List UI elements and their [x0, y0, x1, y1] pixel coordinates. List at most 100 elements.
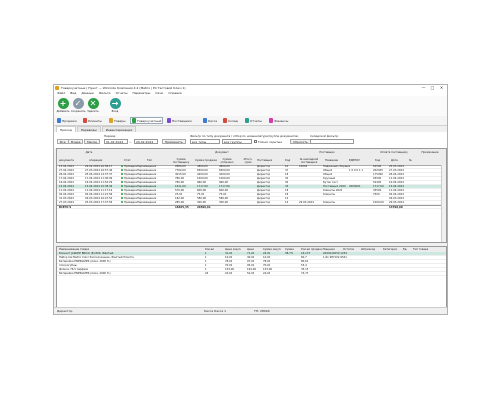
cell-text: 10002: [299, 165, 308, 168]
warehouse-select[interactable]: [310, 139, 354, 144]
cell-text: 570,00: [175, 189, 185, 192]
group-header-date: Дата: [85, 151, 93, 154]
only-hidden-label: Только скрытые: [258, 140, 282, 144]
col-pay-date[interactable]: Дата: [391, 159, 398, 162]
nav-inventory[interactable]: Товароучетный: [130, 117, 164, 124]
cell-text: Директор: [257, 193, 271, 196]
total-sum2: 20396,61: [197, 206, 211, 209]
nav-cash[interactable]: Касса: [202, 117, 218, 124]
col-name[interactable]: Название: [325, 159, 338, 162]
col-total[interactable]: Итого, сумм: [241, 158, 255, 164]
cell-text: 26.04.2024: [389, 173, 404, 176]
cell-text: 29.03.2024: [389, 201, 404, 204]
totals-row: ВСЕГО 9 18465,35 20396,61 13798,00: [57, 205, 446, 209]
cell-text: Клиенты: [323, 201, 336, 204]
col-pay-code[interactable]: Код: [375, 159, 380, 162]
col-sum-supplier[interactable]: Сумма поставщику: [171, 158, 191, 164]
cell-text: Проведен: [124, 201, 138, 204]
cell-text: 760,00: [175, 181, 185, 184]
add-button[interactable]: + Добавить: [56, 98, 70, 115]
items-table: Наименование товара Кол-во Цена закуп. Ц…: [56, 246, 447, 308]
col-pay-number[interactable]: №: [409, 159, 412, 162]
cell-text: Надежный сборщик: [323, 165, 351, 168]
filter-yesterday-button[interactable]: Вчера: [68, 139, 84, 144]
status-ok-icon: [121, 201, 123, 203]
group-header-supplier: Поставщик: [319, 151, 335, 154]
vertical-scrollbar[interactable]: [441, 165, 446, 242]
col-type[interactable]: Тип: [147, 159, 152, 162]
cell-text: 7500: [373, 193, 380, 196]
delete-button[interactable]: ✕ Удалить: [86, 98, 100, 115]
cell-text: Директор: [257, 185, 271, 188]
cell-text: Проведен: [124, 177, 138, 180]
item-cell: 24,00: [263, 272, 271, 275]
cell-text: 14: [285, 201, 289, 204]
filter-all-button[interactable]: Все: [57, 139, 69, 144]
reports-icon: [245, 118, 249, 123]
col-edrpou[interactable]: ЕДРПОУ: [349, 159, 360, 162]
finance-icon: [269, 118, 273, 123]
period-label: Период:: [104, 134, 117, 138]
date-from-input[interactable]: 01.02.2024: [104, 139, 128, 144]
cell-text: 27.03.2024: [389, 169, 404, 172]
save-button[interactable]: ✓ Сохранить: [71, 98, 86, 115]
col-sum-sale[interactable]: Сумма продажи: [195, 159, 217, 162]
cell-text: 10.04.2024: [389, 181, 404, 184]
cell-text: 30: [285, 181, 289, 184]
nav-sales[interactable]: Продажи: [56, 117, 78, 124]
cell-text: 580,00: [197, 197, 207, 200]
cell-text: 02.04.2024: [389, 193, 404, 196]
nav-goods[interactable]: Товары: [108, 117, 127, 124]
col-doc-date[interactable]: документа: [59, 159, 74, 162]
reset-button[interactable]: Сбросить: [290, 139, 311, 144]
enter-button[interactable]: → Вход: [108, 98, 122, 115]
nav-clients[interactable]: Клиенты: [82, 117, 103, 124]
cell-text: Директор: [257, 197, 271, 200]
col-op-date[interactable]: операции: [89, 159, 102, 162]
cell-text: 8300,00: [219, 169, 230, 172]
cell-text: Директор: [257, 201, 271, 204]
cell-text: Перемещение: [137, 177, 157, 180]
item-cell: 52,00: [247, 272, 255, 275]
cell-text: 18: [285, 193, 289, 196]
cell-text: 11.04.2024: [389, 189, 404, 192]
list-item[interactable]: Батарейка ENERGIZER (Алка. 2000 Э.) 24 24,…: [57, 272, 446, 276]
cell-text: 1717,00: [197, 185, 208, 188]
cell-text: Перемещение: [137, 181, 157, 184]
type-select[interactable]: все типы: [190, 139, 220, 144]
items-table-body: Блокнот JAKODE BRICO (Б) 800, Жёлтый 1 31,…: [57, 252, 446, 276]
apply-button[interactable]: Применить: [162, 139, 186, 144]
cell-text: 1717,00: [373, 185, 384, 188]
nav-finance[interactable]: Финансы: [268, 117, 289, 124]
cell-text: Директор: [257, 173, 271, 176]
group-select[interactable]: все группы: [222, 139, 252, 144]
cell-text: 11.04.2024 11:17:19: [85, 189, 113, 192]
date-to-input[interactable]: 29.02.2024: [134, 139, 158, 144]
cell-text: Проведен: [124, 189, 138, 192]
nav-reports[interactable]: Отчеты: [244, 117, 263, 124]
only-hidden-checkbox[interactable]: [254, 140, 257, 143]
filter-month-button[interactable]: Месяц: [84, 139, 100, 144]
cell-text: Клиенты 2020: [323, 189, 343, 192]
col-sum-paid[interactable]: Сумма оплачено: [217, 158, 237, 164]
cell-text: 600,00: [197, 189, 207, 192]
toolbar: + Добавить ✓ Сохранить ✕ Удалить → Вход: [54, 96, 447, 117]
nav-suppliers[interactable]: Поставщики: [166, 117, 193, 124]
nav-warehouse[interactable]: Склад: [222, 117, 239, 124]
col-invoice-no[interactable]: № накладной поставщика: [297, 158, 321, 164]
col-code[interactable]: Код: [285, 159, 290, 162]
documents-table-body: 15.04.2024 29.02.2024 16:58:17 Проведен Пер…: [57, 165, 446, 209]
total-label: ВСЕГО 9: [59, 206, 72, 209]
date-separator: —: [129, 140, 132, 144]
plus-icon: +: [57, 98, 69, 109]
goods-icon: [109, 118, 113, 123]
col-supplier[interactable]: Поставщик: [257, 159, 272, 162]
col-status[interactable]: Стат.: [124, 159, 131, 162]
cell-text: Директор: [257, 189, 271, 192]
clients-icon: [83, 118, 87, 123]
filter-panel: Все Вчера Месяц Период: 01.02.2024 — 29.…: [54, 132, 447, 148]
documents-table-header: Дата Документ Поставщик Оплата поставщик…: [57, 149, 446, 166]
cell-text: 960,00: [219, 181, 229, 184]
cell-text: Директор: [257, 169, 271, 172]
cell-text: Общий: [323, 173, 333, 176]
